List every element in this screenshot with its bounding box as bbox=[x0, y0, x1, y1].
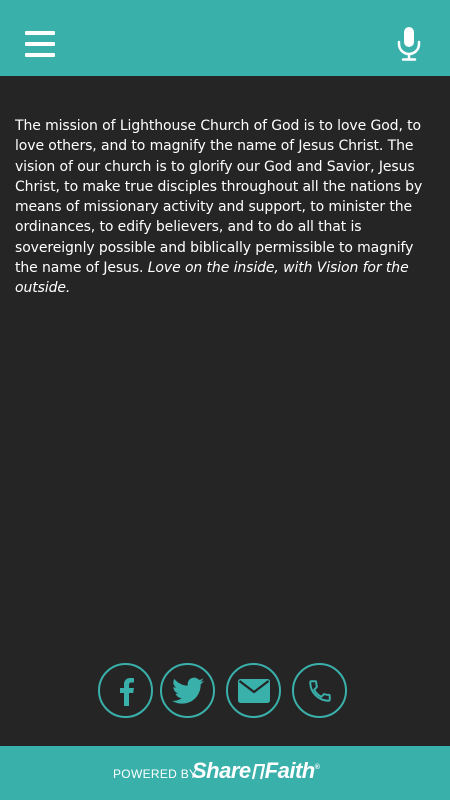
footer-bar: POWERED BY Share Faith® bbox=[0, 746, 450, 800]
twitter-icon bbox=[171, 677, 204, 704]
email-button[interactable] bbox=[226, 663, 281, 718]
facebook-icon bbox=[119, 677, 134, 706]
top-app-bar bbox=[0, 0, 450, 76]
powered-by-label: POWERED BY bbox=[113, 767, 198, 781]
mission-statement: The mission of Lighthouse Church of God … bbox=[15, 116, 439, 299]
envelope-icon bbox=[237, 678, 270, 703]
brand-share-text: Share bbox=[192, 758, 251, 783]
social-links bbox=[0, 663, 450, 719]
hamburger-menu-icon[interactable] bbox=[25, 31, 55, 58]
mission-text: The mission of Lighthouse Church of God … bbox=[15, 118, 423, 277]
brand-faith-text: Faith bbox=[264, 758, 316, 783]
trademark-symbol: ® bbox=[314, 764, 320, 771]
facebook-button[interactable] bbox=[98, 663, 153, 718]
phone-icon bbox=[308, 679, 331, 702]
brand-separator-icon bbox=[251, 764, 265, 780]
microphone-icon[interactable] bbox=[394, 27, 424, 61]
twitter-button[interactable] bbox=[160, 663, 215, 718]
phone-button[interactable] bbox=[292, 663, 347, 718]
sharefaith-logo[interactable]: Share Faith® bbox=[192, 758, 320, 784]
